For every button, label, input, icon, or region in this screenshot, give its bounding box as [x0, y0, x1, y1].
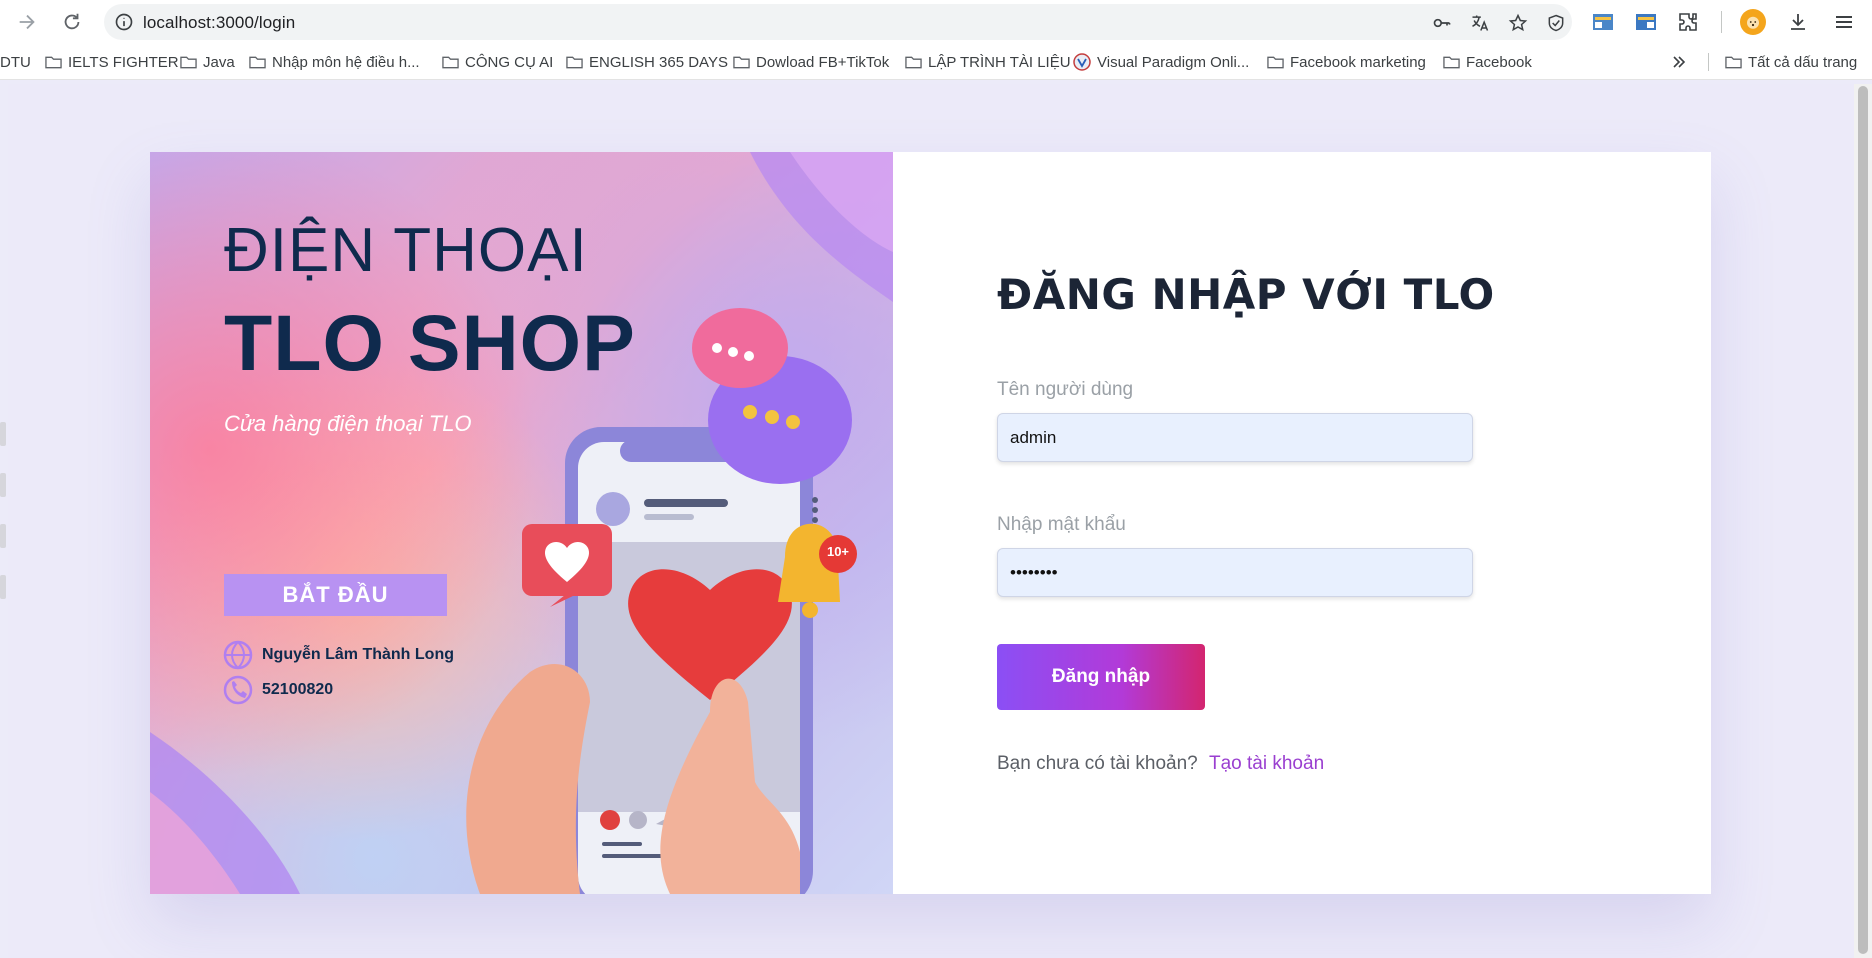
bookmark-label: Dowload FB+TikTok — [756, 53, 890, 71]
menu-icon[interactable] — [1832, 10, 1856, 34]
banner-title-shop: TLO SHOP — [224, 298, 636, 387]
bookmark-label: Facebook marketing — [1290, 53, 1426, 71]
bookmark-folder-fb-marketing[interactable]: Facebook marketing — [1267, 52, 1426, 72]
bookmark-label: LẬP TRÌNH TÀI LIỆU — [928, 53, 1071, 71]
edge-handle — [0, 473, 6, 497]
bookmark-label: Tất cả dấu trang — [1748, 53, 1858, 71]
reload-icon[interactable] — [57, 7, 87, 37]
bookmark-folder-java[interactable]: Java — [180, 52, 235, 72]
password-key-icon[interactable] — [1432, 13, 1452, 33]
bookmarks-divider — [1708, 53, 1709, 71]
phone-icon — [223, 675, 253, 705]
forward-icon[interactable] — [12, 7, 42, 37]
bookmark-folder-programming[interactable]: LẬP TRÌNH TÀI LIỆU — [905, 52, 1071, 72]
profile-avatar[interactable] — [1740, 9, 1766, 35]
bookmark-label: Facebook — [1466, 53, 1532, 71]
no-account-text: Bạn chưa có tài khoản? — [997, 753, 1198, 774]
phone-row: 52100820 — [262, 675, 333, 705]
extension-notes-icon[interactable] — [1634, 10, 1658, 34]
bookmark-label: ENGLISH 365 DAYS — [589, 53, 728, 71]
folder-icon — [1725, 56, 1742, 69]
bookmark-star-icon[interactable] — [1508, 13, 1528, 33]
shop-banner: ĐIỆN THOẠI TLO SHOP Cửa hàng điện thoại … — [150, 152, 893, 894]
folder-icon — [905, 56, 922, 69]
login-button[interactable]: Đăng nhập — [997, 644, 1205, 710]
bookmark-dtu[interactable]: DTU — [0, 52, 31, 72]
edge-handle — [0, 422, 6, 446]
extension-tab-icon[interactable] — [1591, 10, 1615, 34]
bookmark-folder-ielts[interactable]: IELTS FIGHTER — [45, 52, 179, 72]
bookmark-folder-download[interactable]: Dowload FB+TikTok — [733, 52, 889, 72]
folder-icon — [442, 56, 459, 69]
phone-number: 52100820 — [262, 681, 334, 698]
notification-badge: 10+ — [826, 544, 850, 559]
edge-handle — [0, 524, 6, 548]
folder-icon — [1267, 56, 1284, 69]
shield-extension-icon[interactable] — [1546, 13, 1566, 33]
folder-icon — [180, 56, 197, 69]
author-row: Nguyễn Lâm Thành Long — [262, 640, 454, 670]
banner-tagline: Cửa hàng điện thoại TLO — [224, 411, 472, 436]
banner-title-line1: ĐIỆN THOẠI — [224, 216, 588, 285]
bookmark-folder-facebook[interactable]: Facebook — [1443, 52, 1532, 72]
more-bookmarks-chevron-icon[interactable] — [1670, 52, 1688, 72]
password-label: Nhập mật khẩu — [997, 514, 1126, 535]
folder-icon — [733, 56, 750, 69]
username-label: Tên người dùng — [997, 379, 1134, 400]
folder-icon — [1443, 56, 1460, 69]
browser-toolbar: localhost:3000/login — [0, 0, 1872, 44]
scrollbar-thumb[interactable] — [1858, 86, 1868, 954]
address-bar[interactable]: localhost:3000/login — [104, 4, 1572, 40]
toolbar-divider — [1721, 11, 1722, 33]
url-text[interactable]: localhost:3000/login — [143, 13, 295, 33]
folder-icon — [249, 56, 266, 69]
bookmark-label: CÔNG CỤ AI — [465, 53, 554, 71]
page-scrollbar[interactable] — [1854, 84, 1872, 958]
username-input[interactable] — [997, 413, 1473, 462]
visual-paradigm-icon — [1073, 53, 1091, 71]
password-input[interactable] — [997, 548, 1473, 597]
all-bookmarks-folder[interactable]: Tất cả dấu trang — [1725, 52, 1857, 72]
bookmark-folder-english[interactable]: ENGLISH 365 DAYS — [566, 52, 728, 72]
bear-face-icon — [1747, 16, 1759, 29]
bookmarks-bar: DTU IELTS FIGHTER Java Nhập môn hệ điều … — [0, 44, 1872, 80]
create-account-link[interactable]: Tạo tài khoản — [1209, 753, 1324, 775]
bookmark-folder-os[interactable]: Nhập môn hệ điều h... — [249, 52, 420, 72]
folder-icon — [45, 56, 62, 69]
site-info-icon[interactable] — [114, 12, 134, 32]
bookmark-label: Visual Paradigm Onli... — [1097, 53, 1250, 71]
author-name: Nguyễn Lâm Thành Long — [262, 646, 454, 663]
bookmark-visual-paradigm[interactable]: Visual Paradigm Onli... — [1073, 52, 1249, 72]
page-title: ĐĂNG NHẬP VỚI TLO — [997, 270, 1495, 319]
bookmark-label: IELTS FIGHTER — [68, 53, 179, 71]
bookmark-folder-ai-tools[interactable]: CÔNG CỤ AI — [442, 52, 553, 72]
edge-handle — [0, 575, 6, 599]
bookmark-label: DTU — [0, 53, 31, 71]
folder-icon — [566, 56, 583, 69]
start-badge: BẮT ĐẦU — [224, 574, 447, 616]
extensions-puzzle-icon[interactable] — [1676, 10, 1700, 34]
download-icon[interactable] — [1786, 10, 1810, 34]
bookmark-label: Nhập môn hệ điều h... — [272, 53, 420, 71]
translate-icon[interactable] — [1470, 13, 1490, 33]
bookmark-label: Java — [203, 53, 235, 71]
